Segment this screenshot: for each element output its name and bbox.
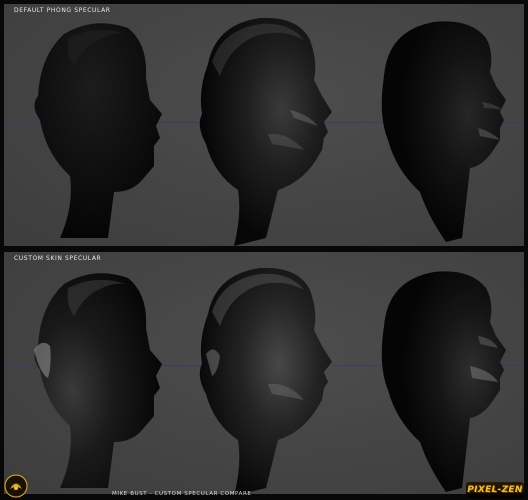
bust-render-three-quarter bbox=[199, 17, 332, 246]
viewport-panel-custom-skin: CUSTOM SKIN SPECULAR bbox=[4, 252, 524, 494]
studio-emblem-icon bbox=[4, 474, 28, 498]
bust-render-three-quarter bbox=[199, 267, 332, 494]
bust-render-side-left bbox=[34, 273, 162, 488]
brand-logo: PIXEL-ZEN bbox=[466, 482, 524, 498]
render-sheet: DEFAULT PHONG SPECULAR CUSTOM SKIN SPECU… bbox=[0, 0, 528, 500]
brand-logo-text: PIXEL-ZEN bbox=[466, 482, 524, 498]
bust-render-side-left bbox=[34, 23, 162, 238]
footer-caption: MIKE BUST - CUSTOM SPECULAR COMPARE bbox=[112, 491, 252, 497]
panel-label: DEFAULT PHONG SPECULAR bbox=[14, 7, 111, 14]
viewport-panel-default-phong: DEFAULT PHONG SPECULAR bbox=[4, 4, 524, 246]
bust-render-profile-right bbox=[381, 21, 506, 243]
bust-render-profile-right bbox=[381, 271, 506, 492]
panel-label: CUSTOM SKIN SPECULAR bbox=[14, 255, 102, 262]
